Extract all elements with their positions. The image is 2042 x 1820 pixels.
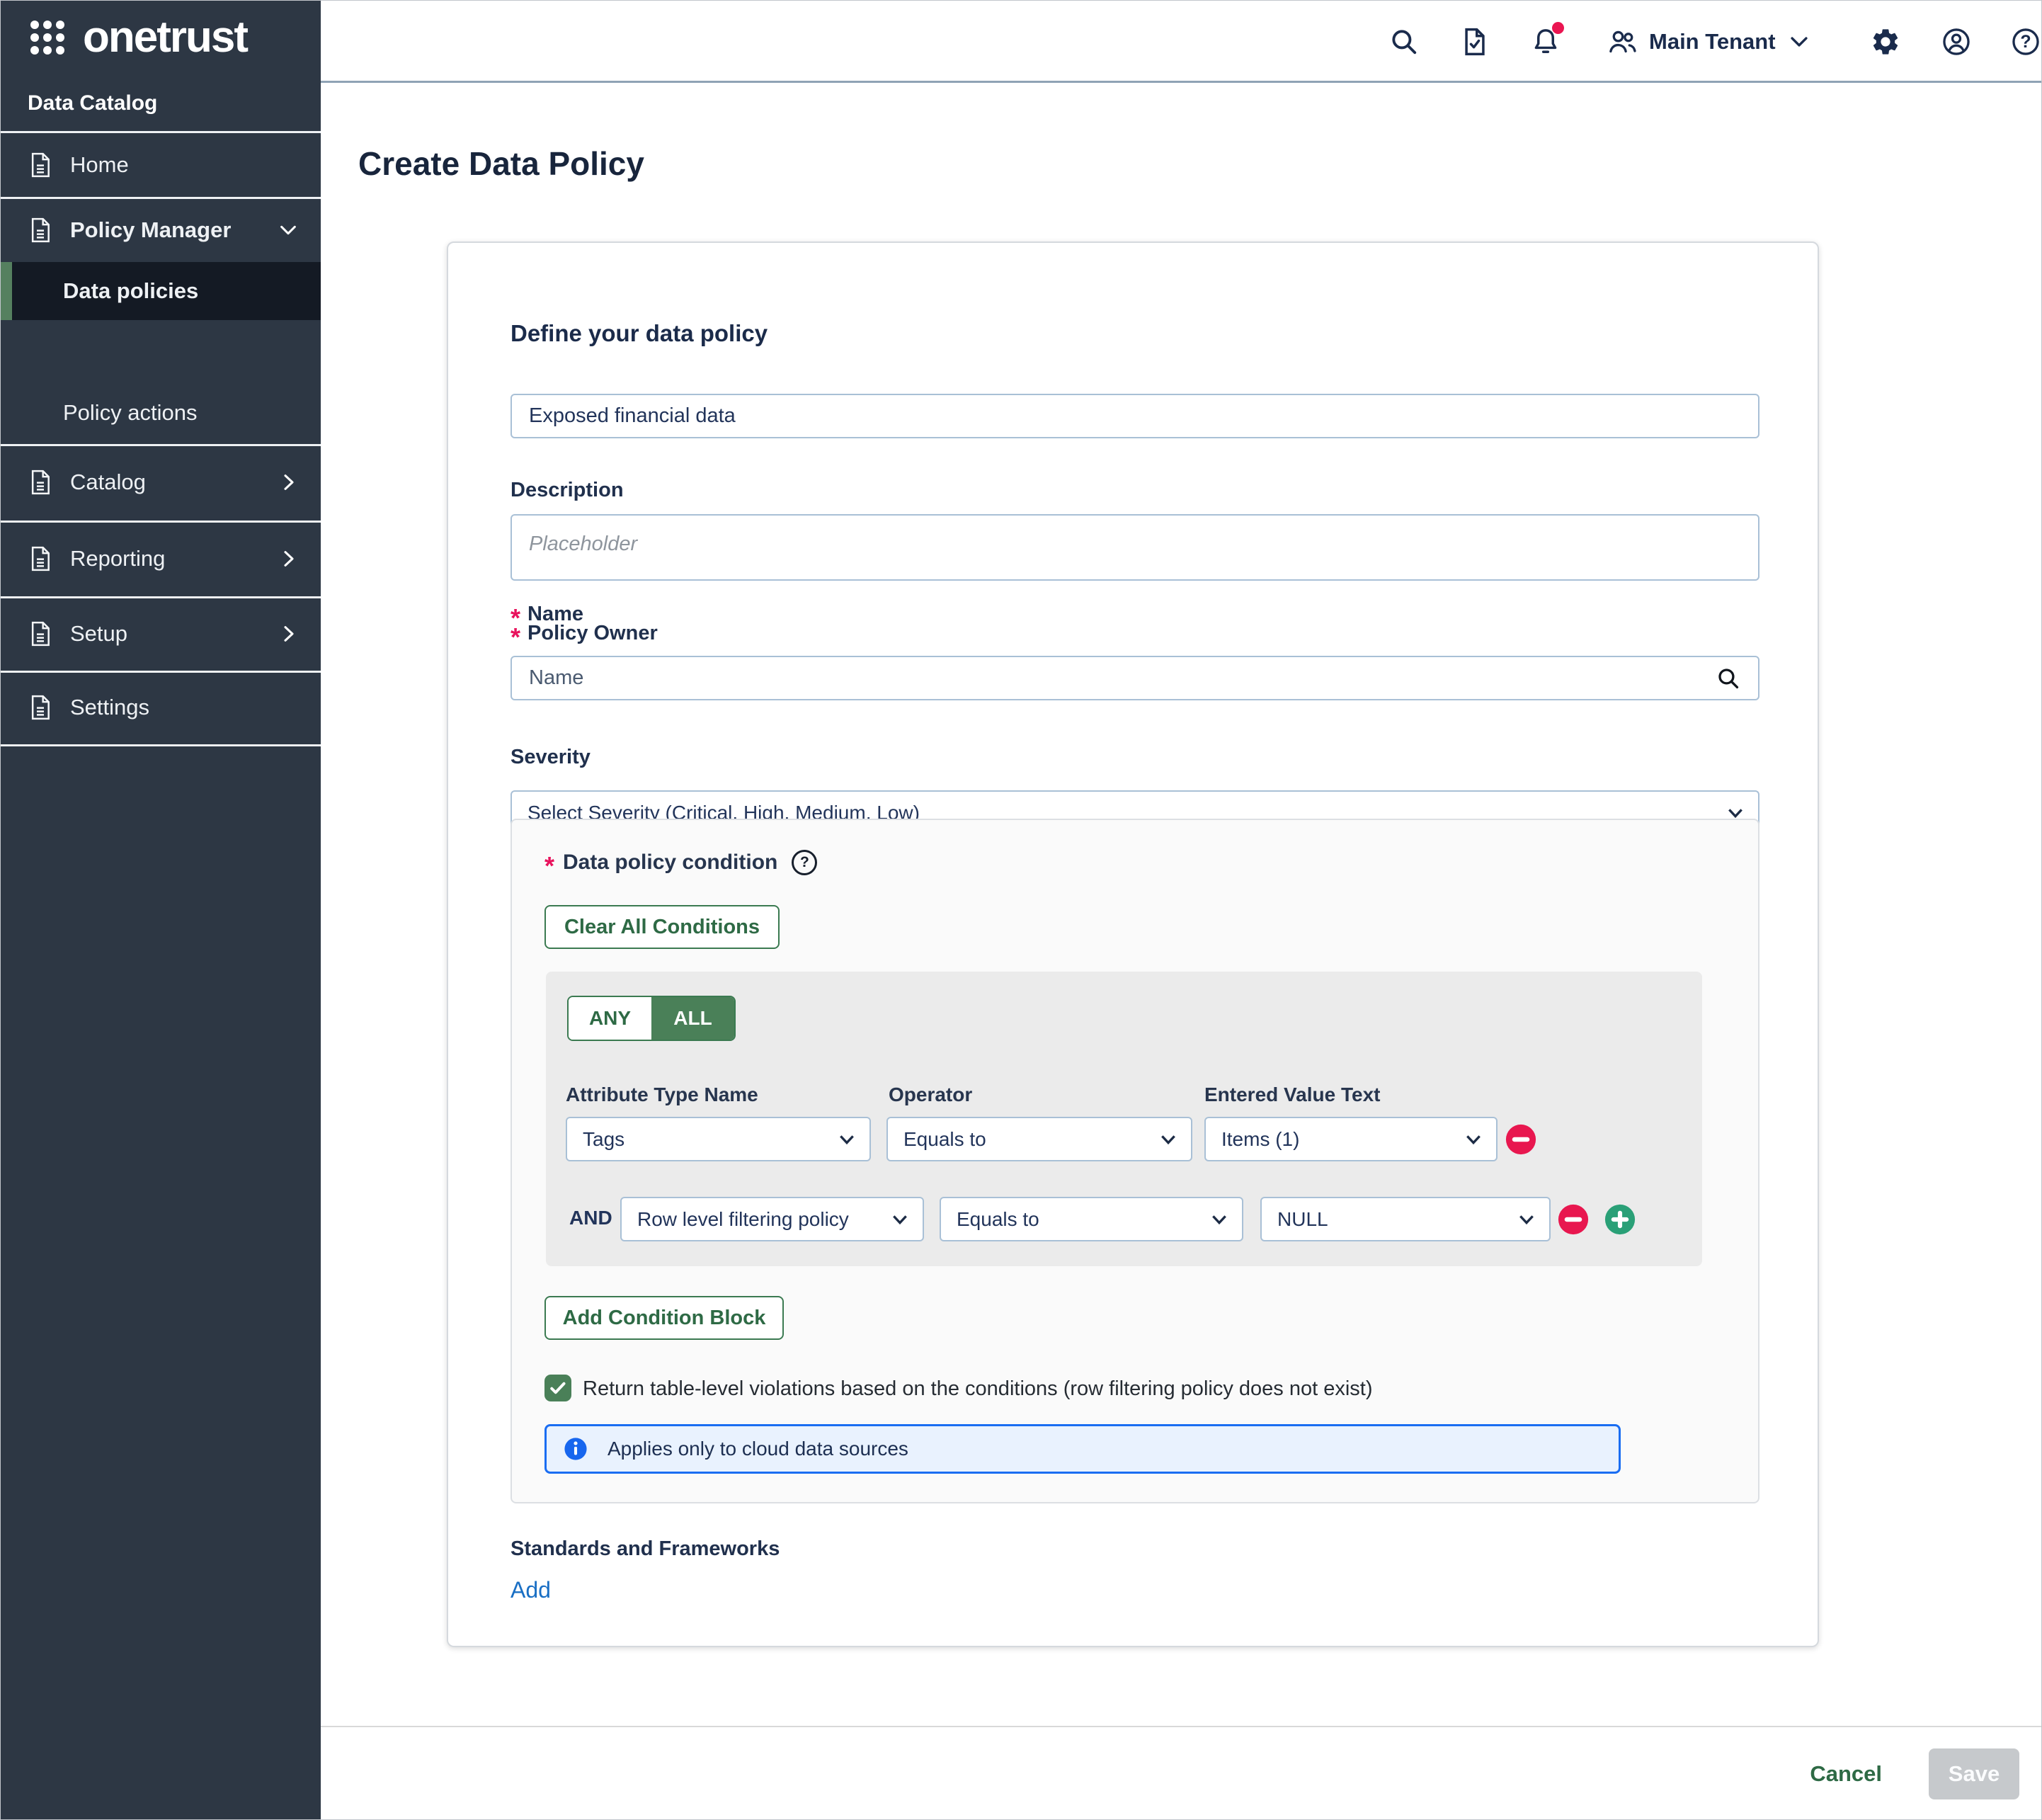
notification-dot bbox=[1552, 22, 1564, 34]
remove-condition-button[interactable] bbox=[1505, 1123, 1537, 1156]
search-icon[interactable] bbox=[1388, 26, 1420, 57]
attribute-select[interactable]: Row level filtering policy bbox=[620, 1197, 924, 1241]
add-condition-button[interactable] bbox=[1604, 1203, 1636, 1236]
sidebar-item-label: Setup bbox=[70, 621, 127, 647]
operator-select[interactable]: Equals to bbox=[886, 1117, 1192, 1161]
condition-block: ANY ALL Attribute Type Name Operator Ent… bbox=[546, 972, 1702, 1266]
brand-wordmark: onetrust bbox=[83, 16, 247, 59]
chevron-down-icon bbox=[889, 1208, 911, 1231]
document-check-icon[interactable] bbox=[1459, 26, 1490, 57]
description-label: Description bbox=[510, 479, 624, 502]
remove-condition-button[interactable] bbox=[1557, 1203, 1590, 1236]
sidebar: onetrust Data Catalog Home Policy Manage… bbox=[1, 1, 321, 1820]
onetrust-dots-icon bbox=[30, 21, 64, 55]
cancel-button[interactable]: Cancel bbox=[1806, 1761, 1886, 1787]
help-icon[interactable]: ? bbox=[2010, 26, 2041, 57]
name-input[interactable] bbox=[510, 394, 1759, 438]
checkbox-label: Return table-level violations based on t… bbox=[583, 1377, 1372, 1401]
description-input[interactable] bbox=[510, 514, 1759, 581]
document-icon bbox=[26, 216, 55, 244]
chevron-down-icon bbox=[1462, 1128, 1485, 1151]
column-header-attribute: Attribute Type Name bbox=[566, 1084, 758, 1106]
standards-label: Standards and Frameworks bbox=[510, 1537, 780, 1561]
chevron-down-icon bbox=[1515, 1208, 1538, 1231]
save-button[interactable]: Save bbox=[1929, 1748, 2019, 1799]
chevron-right-icon bbox=[277, 547, 300, 570]
help-tooltip-icon[interactable]: ? bbox=[792, 850, 817, 875]
document-icon bbox=[26, 468, 55, 496]
table-level-violations-checkbox[interactable] bbox=[544, 1375, 571, 1401]
clear-all-conditions-button[interactable]: Clear All Conditions bbox=[544, 905, 780, 949]
app-window: onetrust Data Catalog Home Policy Manage… bbox=[0, 0, 2042, 1820]
sidebar-divider bbox=[1, 744, 321, 746]
product-name: Data Catalog bbox=[28, 91, 157, 115]
required-asterisk: * bbox=[510, 630, 520, 644]
info-icon bbox=[564, 1437, 588, 1461]
sidebar-item-policy-actions[interactable]: Policy actions bbox=[1, 320, 321, 444]
page-title: Create Data Policy bbox=[358, 144, 644, 183]
any-all-toggle[interactable]: ANY ALL bbox=[567, 996, 736, 1041]
chevron-right-icon bbox=[277, 622, 300, 645]
sidebar-item-home[interactable]: Home bbox=[1, 133, 321, 197]
section-title: Define your data policy bbox=[510, 320, 768, 347]
toggle-any[interactable]: ANY bbox=[569, 997, 651, 1040]
chevron-down-icon bbox=[835, 1128, 858, 1151]
account-icon[interactable] bbox=[1941, 26, 1972, 57]
standards-add-link[interactable]: Add bbox=[510, 1577, 551, 1603]
column-header-value: Entered Value Text bbox=[1204, 1084, 1380, 1106]
action-footer: Cancel Save bbox=[321, 1726, 2042, 1820]
info-banner-text: Applies only to cloud data sources bbox=[608, 1438, 908, 1460]
info-banner: Applies only to cloud data sources bbox=[544, 1424, 1621, 1474]
tenant-switcher[interactable]: Main Tenant bbox=[1607, 26, 1811, 57]
sidebar-item-reporting[interactable]: Reporting bbox=[1, 521, 321, 596]
required-asterisk: * bbox=[544, 859, 554, 873]
policy-owner-label: * Policy Owner bbox=[510, 622, 658, 645]
chevron-down-icon bbox=[1787, 30, 1811, 54]
gear-icon[interactable] bbox=[1870, 26, 1901, 57]
attribute-select[interactable]: Tags bbox=[566, 1117, 871, 1161]
condition-heading: * Data policy condition ? bbox=[544, 850, 817, 875]
document-icon bbox=[26, 545, 55, 573]
condition-panel: * Data policy condition ? Clear All Cond… bbox=[510, 819, 1759, 1503]
sidebar-item-label: Policy actions bbox=[63, 400, 198, 426]
sidebar-item-label: Data policies bbox=[63, 278, 198, 304]
users-icon bbox=[1607, 26, 1638, 57]
severity-label: Severity bbox=[510, 746, 591, 769]
chevron-right-icon bbox=[277, 471, 300, 494]
value-select[interactable]: Items (1) bbox=[1204, 1117, 1498, 1161]
tenant-name: Main Tenant bbox=[1649, 29, 1776, 55]
sidebar-item-catalog[interactable]: Catalog bbox=[1, 444, 321, 521]
conjunction-label: AND bbox=[569, 1207, 612, 1229]
chevron-down-icon bbox=[1208, 1208, 1231, 1231]
notifications-bell-icon[interactable] bbox=[1530, 26, 1561, 57]
operator-select[interactable]: Equals to bbox=[940, 1197, 1243, 1241]
document-icon bbox=[26, 151, 55, 179]
policy-owner-input[interactable] bbox=[510, 656, 1759, 700]
sidebar-item-setup[interactable]: Setup bbox=[1, 596, 321, 671]
brand-logo[interactable]: onetrust bbox=[30, 16, 247, 59]
document-icon bbox=[26, 620, 55, 648]
sidebar-item-label: Settings bbox=[70, 695, 149, 720]
chevron-down-icon bbox=[277, 219, 300, 241]
sidebar-item-label: Policy Manager bbox=[70, 217, 231, 243]
column-header-operator: Operator bbox=[889, 1084, 972, 1106]
document-icon bbox=[26, 693, 55, 722]
top-header: Main Tenant ? bbox=[321, 1, 2042, 83]
sidebar-item-policy-manager[interactable]: Policy Manager bbox=[1, 198, 321, 262]
sidebar-item-settings[interactable]: Settings bbox=[1, 671, 321, 744]
sidebar-item-label: Catalog bbox=[70, 470, 146, 495]
create-policy-card: Define your data policy * Name Descripti… bbox=[447, 241, 1819, 1647]
value-select[interactable]: NULL bbox=[1260, 1197, 1551, 1241]
sidebar-item-label: Home bbox=[70, 152, 129, 178]
chevron-down-icon bbox=[1157, 1128, 1180, 1151]
add-condition-block-button[interactable]: Add Condition Block bbox=[544, 1296, 784, 1340]
toggle-all[interactable]: ALL bbox=[651, 997, 734, 1040]
sidebar-item-data-policies[interactable]: Data policies bbox=[1, 262, 321, 320]
question-glyph: ? bbox=[2010, 26, 2041, 57]
check-icon bbox=[547, 1377, 569, 1399]
sidebar-item-label: Reporting bbox=[70, 546, 165, 571]
